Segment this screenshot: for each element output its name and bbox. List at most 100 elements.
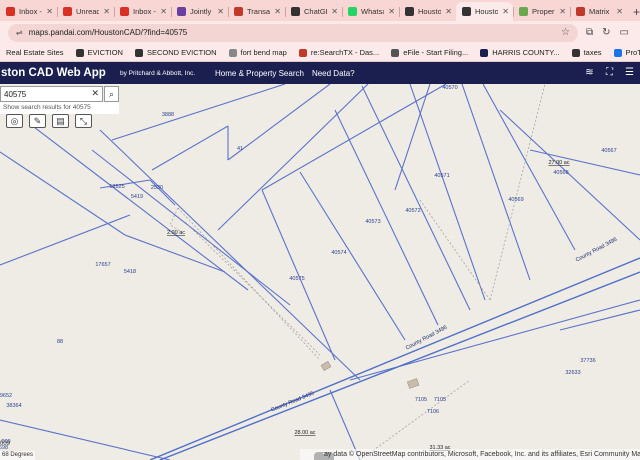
print-tool-icon[interactable]: ▤ bbox=[52, 114, 69, 128]
tab-title: Housto bbox=[475, 7, 499, 16]
tab-title: Jointly bbox=[190, 7, 212, 16]
browser-tab[interactable]: Whatsa ✕ bbox=[342, 2, 399, 21]
nav-need-data[interactable]: Need Data? bbox=[312, 69, 355, 78]
site-info-icon[interactable]: ⇌ bbox=[16, 28, 23, 37]
bookmark-favicon-icon bbox=[613, 48, 622, 57]
tab-close-icon[interactable]: ✕ bbox=[274, 7, 281, 16]
tab-title: Transac bbox=[247, 7, 271, 16]
parcel-label: 7105 bbox=[415, 397, 427, 403]
browser-tab[interactable]: Unread ✕ bbox=[57, 2, 114, 21]
tab-close-icon[interactable]: ✕ bbox=[559, 7, 566, 16]
clear-icon[interactable]: ✕ bbox=[91, 88, 99, 99]
parcel-label: 27.00 ac bbox=[548, 160, 569, 166]
bookmark-item[interactable]: HARRIS COUNTY... bbox=[474, 48, 565, 57]
bookmark-label: eFile - Start Filing... bbox=[403, 48, 469, 57]
draw-tool-icon[interactable]: ✎ bbox=[29, 114, 46, 128]
parcel-label: 38364 bbox=[6, 403, 21, 409]
search-button[interactable]: ⌕ bbox=[104, 86, 119, 102]
parcel-label: 88 bbox=[57, 339, 63, 345]
tab-close-icon[interactable]: ✕ bbox=[46, 7, 53, 16]
tab-close-icon[interactable]: ✕ bbox=[160, 7, 167, 16]
tab-close-icon[interactable]: ✕ bbox=[331, 7, 338, 16]
parcel-label: 9652 bbox=[0, 393, 12, 399]
locate-tool-icon[interactable]: ◎ bbox=[6, 114, 23, 128]
menu-icon[interactable]: ☰ bbox=[623, 66, 636, 79]
tab-title: ChatGP bbox=[304, 7, 327, 16]
parcel-label: 40573 bbox=[365, 219, 380, 225]
refresh-icon[interactable]: ↻ bbox=[602, 27, 610, 38]
bookmark-item[interactable]: SECOND EVICTION bbox=[129, 48, 223, 57]
map-tools: ◎ ✎ ▤ ⤡ bbox=[6, 114, 92, 128]
tab-close-icon[interactable]: ✕ bbox=[388, 7, 395, 16]
parcel-map[interactable]: 3888 41 40570 40567 18525 2530 5419 40571 27.00 … bbox=[0, 84, 640, 460]
bookmark-label: re:SearchTX - Das... bbox=[310, 48, 380, 57]
parcel-label: 7105 bbox=[434, 397, 446, 403]
bookmark-label: fort bend map bbox=[240, 48, 287, 57]
bookmark-item[interactable]: Real Estate Sites bbox=[0, 48, 70, 57]
browser-tab[interactable]: Jointly ✕ bbox=[171, 2, 228, 21]
bookmark-item[interactable]: ProTeck Partner Po... bbox=[608, 48, 640, 57]
parcel-label: 18525 bbox=[109, 184, 124, 190]
browser-tab[interactable]: Proper ✕ bbox=[513, 2, 570, 21]
parcel-label: County Road 3496 bbox=[575, 237, 618, 264]
parcel-label: 5419 bbox=[131, 194, 143, 200]
parcel-label: 41 bbox=[237, 146, 243, 152]
tab-search-icon[interactable]: ▭ bbox=[620, 27, 629, 38]
bookmark-label: SECOND EVICTION bbox=[146, 48, 217, 57]
bookmark-favicon-icon bbox=[298, 48, 307, 57]
parcel-lines bbox=[0, 84, 640, 460]
url-text[interactable]: maps.pandai.com/HoustonCAD/?find=40575 bbox=[29, 28, 555, 37]
parcel-label: 3888 bbox=[162, 112, 174, 118]
bookmark-item[interactable]: re:SearchTX - Das... bbox=[293, 48, 385, 57]
search-suggestion[interactable]: Show search results for 40575 bbox=[0, 102, 119, 114]
extensions-icon[interactable]: ⧉ bbox=[586, 27, 593, 38]
bookmark-label: HARRIS COUNTY... bbox=[492, 48, 560, 57]
search-icon: ⌕ bbox=[108, 89, 115, 99]
tab-title: Matrix bbox=[589, 7, 610, 16]
address-bar: ⇌ maps.pandai.com/HoustonCAD/?find=40575… bbox=[0, 21, 640, 44]
parcel-label: 40568 bbox=[553, 170, 568, 176]
parcel-label: 37736 bbox=[580, 358, 595, 364]
tab-favicon-icon bbox=[120, 7, 129, 16]
browser-tab[interactable]: Housto ✕ bbox=[399, 2, 456, 21]
county-road bbox=[149, 257, 640, 460]
bookmark-favicon-icon bbox=[391, 48, 400, 57]
browser-tab[interactable]: ChatGP ✕ bbox=[285, 2, 342, 21]
tab-favicon-icon bbox=[6, 7, 15, 16]
bookmark-item[interactable]: fort bend map bbox=[223, 48, 293, 57]
browser-tab[interactable]: Transac✕ bbox=[228, 2, 285, 21]
new-tab-button[interactable]: + bbox=[627, 2, 640, 21]
map-canvas[interactable]: 3888 41 40570 40567 18525 2530 5419 40571 27.00 … bbox=[0, 84, 640, 460]
browser-tab[interactable]: Inbox - ✕ bbox=[114, 2, 171, 21]
browser-tab[interactable]: Inbox - ✕ bbox=[0, 2, 57, 21]
tab-close-icon[interactable]: ✕ bbox=[445, 7, 452, 16]
parcel-label: 40575 bbox=[289, 276, 304, 282]
tab-title: Housto bbox=[418, 7, 442, 16]
bookmark-item[interactable]: eFile - Start Filing... bbox=[385, 48, 474, 57]
browser-tab[interactable]: Housto ✕ bbox=[456, 2, 513, 21]
nav-home-property-search[interactable]: Home & Property Search bbox=[215, 69, 304, 78]
parcel-label: 28.00 ac bbox=[294, 430, 315, 436]
tab-close-icon[interactable]: ✕ bbox=[616, 7, 623, 16]
tab-close-icon[interactable]: ✕ bbox=[103, 7, 110, 16]
tab-title: Inbox - bbox=[133, 7, 156, 16]
app-byline: by Pritchard & Abbott, Inc. bbox=[120, 69, 196, 77]
search-input[interactable]: 40575 ✕ bbox=[0, 86, 103, 102]
browser-tab[interactable]: Matrix ✕ bbox=[570, 2, 627, 21]
omnibox[interactable]: ⇌ maps.pandai.com/HoustonCAD/?find=40575… bbox=[8, 23, 578, 42]
measure-tool-icon[interactable]: ⤡ bbox=[75, 114, 92, 128]
tab-close-icon[interactable]: ✕ bbox=[217, 7, 224, 16]
search-input-value[interactable]: 40575 bbox=[4, 90, 26, 99]
tab-title: Inbox - bbox=[19, 7, 42, 16]
bookmark-item[interactable]: taxes bbox=[566, 48, 608, 57]
layers-icon[interactable]: ≋ bbox=[583, 66, 596, 79]
parcel-label: 5418 bbox=[124, 269, 136, 275]
parcel-label: 40569 bbox=[508, 197, 523, 203]
parcel-label: County Road 3496 bbox=[405, 325, 448, 352]
bookmark-item[interactable]: EVICTION bbox=[70, 48, 129, 57]
tab-close-icon[interactable]: ✕ bbox=[502, 7, 509, 16]
scale-fragment: 009 bbox=[0, 441, 11, 447]
tab-favicon-icon bbox=[291, 7, 300, 16]
basemap-icon[interactable]: ⛶ bbox=[603, 66, 616, 79]
bookmark-star-icon[interactable]: ☆ bbox=[561, 27, 570, 38]
